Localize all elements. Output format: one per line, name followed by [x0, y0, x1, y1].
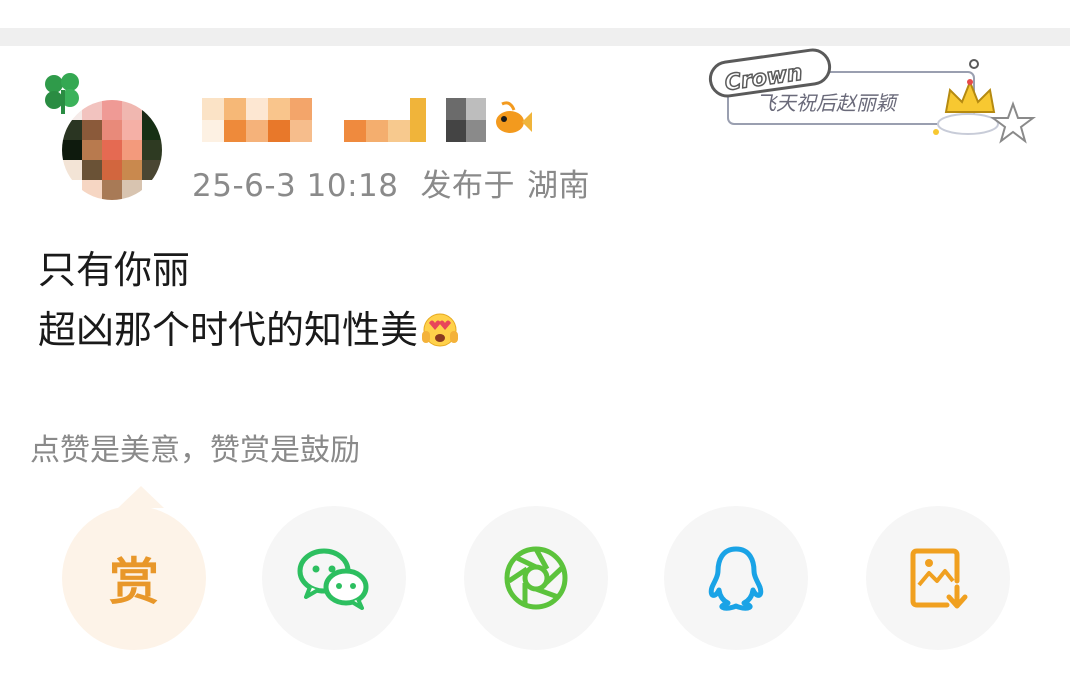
reward-label: 赏: [109, 553, 159, 611]
reward-hint: 点赞是美意，赞赏是鼓励: [30, 433, 360, 468]
avatar-image: [62, 100, 162, 200]
save-image-button[interactable]: [866, 506, 1010, 650]
location-prefix: 发布于: [420, 168, 515, 204]
save-image-icon: [910, 548, 968, 609]
content-line-2: 超凶那个时代的知性美: [38, 300, 460, 360]
top-strip: [0, 0, 1070, 28]
post-content: 只有你丽 超凶那个时代的知性美: [38, 240, 460, 360]
wechat-icon: [297, 548, 369, 610]
post-timestamp: 25-6-3 10:18: [192, 168, 399, 204]
avatar[interactable]: [40, 70, 164, 202]
fish-icon: [496, 101, 532, 133]
post-location: 湖南: [526, 168, 590, 204]
crown-badge[interactable]: Crown 飞天祝后赵丽颖: [706, 42, 1036, 152]
share-moments-button[interactable]: [464, 506, 608, 650]
star-icon: [990, 101, 1036, 144]
badge-subtitle: 飞天祝后赵丽颖: [756, 91, 899, 115]
post-card: 25-6-3 10:18 发布于 湖南 Crown 飞天祝后赵丽颖 只有你丽 超凶那…: [0, 0, 1070, 674]
tooltip-pointer: [118, 486, 164, 508]
content-line-2-text: 超凶那个时代的知性美: [38, 308, 419, 352]
share-row: 赏: [62, 506, 1012, 656]
reward-button[interactable]: 赏: [62, 506, 206, 650]
content-line-1: 只有你丽: [38, 248, 191, 292]
share-qq-button[interactable]: [664, 506, 808, 650]
qq-icon: [708, 546, 764, 611]
heart-eyes-emoji-icon: [422, 313, 459, 346]
share-wechat-button[interactable]: [262, 506, 406, 650]
clover-icon: [45, 73, 79, 114]
moments-icon: [504, 546, 568, 610]
username[interactable]: [202, 98, 532, 142]
post-meta: 25-6-3 10:18 发布于 湖南: [192, 160, 590, 205]
